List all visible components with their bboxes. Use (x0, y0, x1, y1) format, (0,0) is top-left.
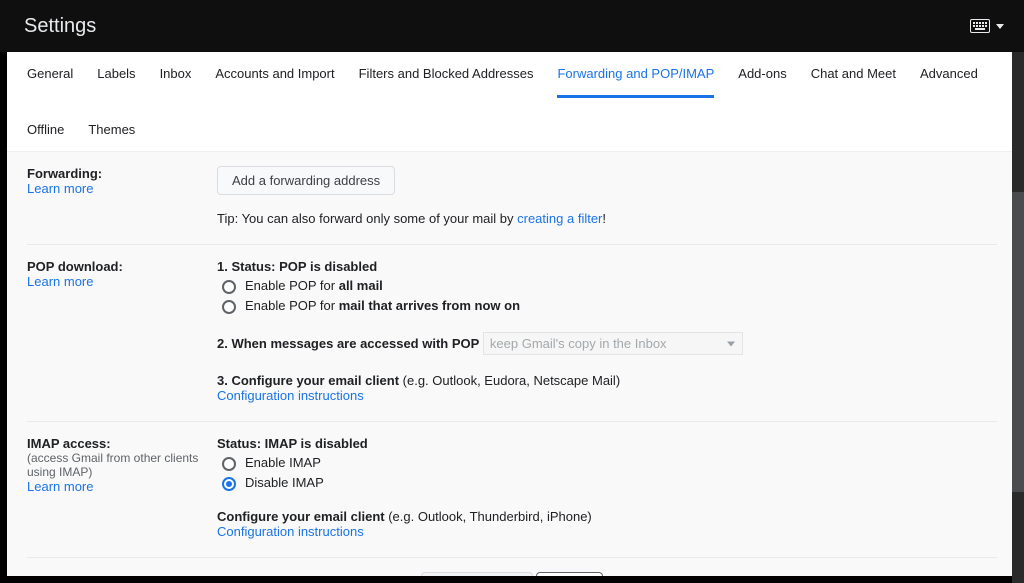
section-pop: POP download: Learn more 1. Status: POP … (27, 245, 997, 422)
forwarding-learn-more-link[interactable]: Learn more (27, 181, 207, 196)
creating-a-filter-link[interactable]: creating a filter (517, 211, 602, 226)
scrollbar-track[interactable] (1012, 52, 1024, 583)
tab-general[interactable]: General (27, 66, 73, 98)
imap-radio-enable[interactable] (222, 457, 236, 471)
pop-action-select[interactable]: keep Gmail's copy in the Inbox (483, 332, 743, 355)
imap-config-instructions-link[interactable]: Configuration instructions (217, 524, 997, 539)
imap-configure: Configure your email client (e.g. Outloo… (217, 509, 997, 524)
tab-chat-and-meet[interactable]: Chat and Meet (811, 66, 896, 98)
pop-option-from-now-on[interactable]: Enable POP for mail that arrives from no… (217, 297, 997, 314)
pop-config-instructions-link[interactable]: Configuration instructions (217, 388, 997, 403)
imap-option-disable[interactable]: Disable IMAP (217, 474, 997, 491)
imap-learn-more-link[interactable]: Learn more (27, 479, 207, 494)
pop-learn-more-link[interactable]: Learn more (27, 274, 207, 289)
settings-content: Forwarding: Learn more Add a forwarding … (7, 151, 1017, 576)
settings-tabs: General Labels Inbox Accounts and Import Fil… (7, 52, 1017, 151)
pop-step2: 2. When messages are accessed with POP k… (217, 332, 997, 355)
add-forwarding-address-button[interactable]: Add a forwarding address (217, 166, 395, 195)
page-title: Settings (24, 15, 96, 38)
save-changes-button: Save Changes (421, 572, 532, 576)
section-imap: IMAP access: (access Gmail from other cl… (27, 422, 997, 558)
tab-offline[interactable]: Offline (27, 122, 64, 151)
cancel-button[interactable]: Cancel (536, 572, 602, 576)
tab-add-ons[interactable]: Add-ons (738, 66, 786, 98)
tab-advanced[interactable]: Advanced (920, 66, 978, 98)
chevron-down-icon (996, 24, 1004, 29)
imap-status: Status: IMAP is disabled (217, 436, 997, 451)
pop-heading: POP download: (27, 259, 207, 274)
forwarding-heading: Forwarding: (27, 166, 207, 181)
imap-option-enable[interactable]: Enable IMAP (217, 454, 997, 471)
pop-option-all-mail[interactable]: Enable POP for all mail (217, 277, 997, 294)
imap-heading: IMAP access: (27, 436, 207, 451)
pop-radio-all[interactable] (222, 280, 236, 294)
imap-radio-disable[interactable] (222, 477, 236, 491)
pop-status: 1. Status: POP is disabled (217, 259, 997, 274)
scrollbar-thumb[interactable] (1012, 192, 1024, 492)
tab-accounts-and-import[interactable]: Accounts and Import (215, 66, 334, 98)
imap-subtext: (access Gmail from other clients using I… (27, 451, 207, 479)
forwarding-tip-prefix: Tip: You can also forward only some of y… (217, 211, 517, 226)
forwarding-tip: Tip: You can also forward only some of y… (217, 211, 997, 226)
pop-radio-now[interactable] (222, 300, 236, 314)
input-tools-menu[interactable] (970, 19, 1004, 33)
footer-actions: Save Changes Cancel (27, 558, 997, 576)
titlebar: Settings (0, 0, 1024, 52)
pop-step3: 3. Configure your email client (e.g. Out… (217, 373, 997, 388)
tab-filters-and-blocked-addresses[interactable]: Filters and Blocked Addresses (359, 66, 534, 98)
tab-inbox[interactable]: Inbox (160, 66, 192, 98)
keyboard-icon (970, 19, 990, 33)
section-forwarding: Forwarding: Learn more Add a forwarding … (27, 152, 997, 245)
tab-labels[interactable]: Labels (97, 66, 135, 98)
forwarding-tip-suffix: ! (602, 211, 606, 226)
tab-themes[interactable]: Themes (88, 122, 135, 151)
tab-forwarding-and-pop-imap[interactable]: Forwarding and POP/IMAP (557, 66, 714, 98)
settings-panel: General Labels Inbox Accounts and Import Fil… (7, 52, 1017, 576)
